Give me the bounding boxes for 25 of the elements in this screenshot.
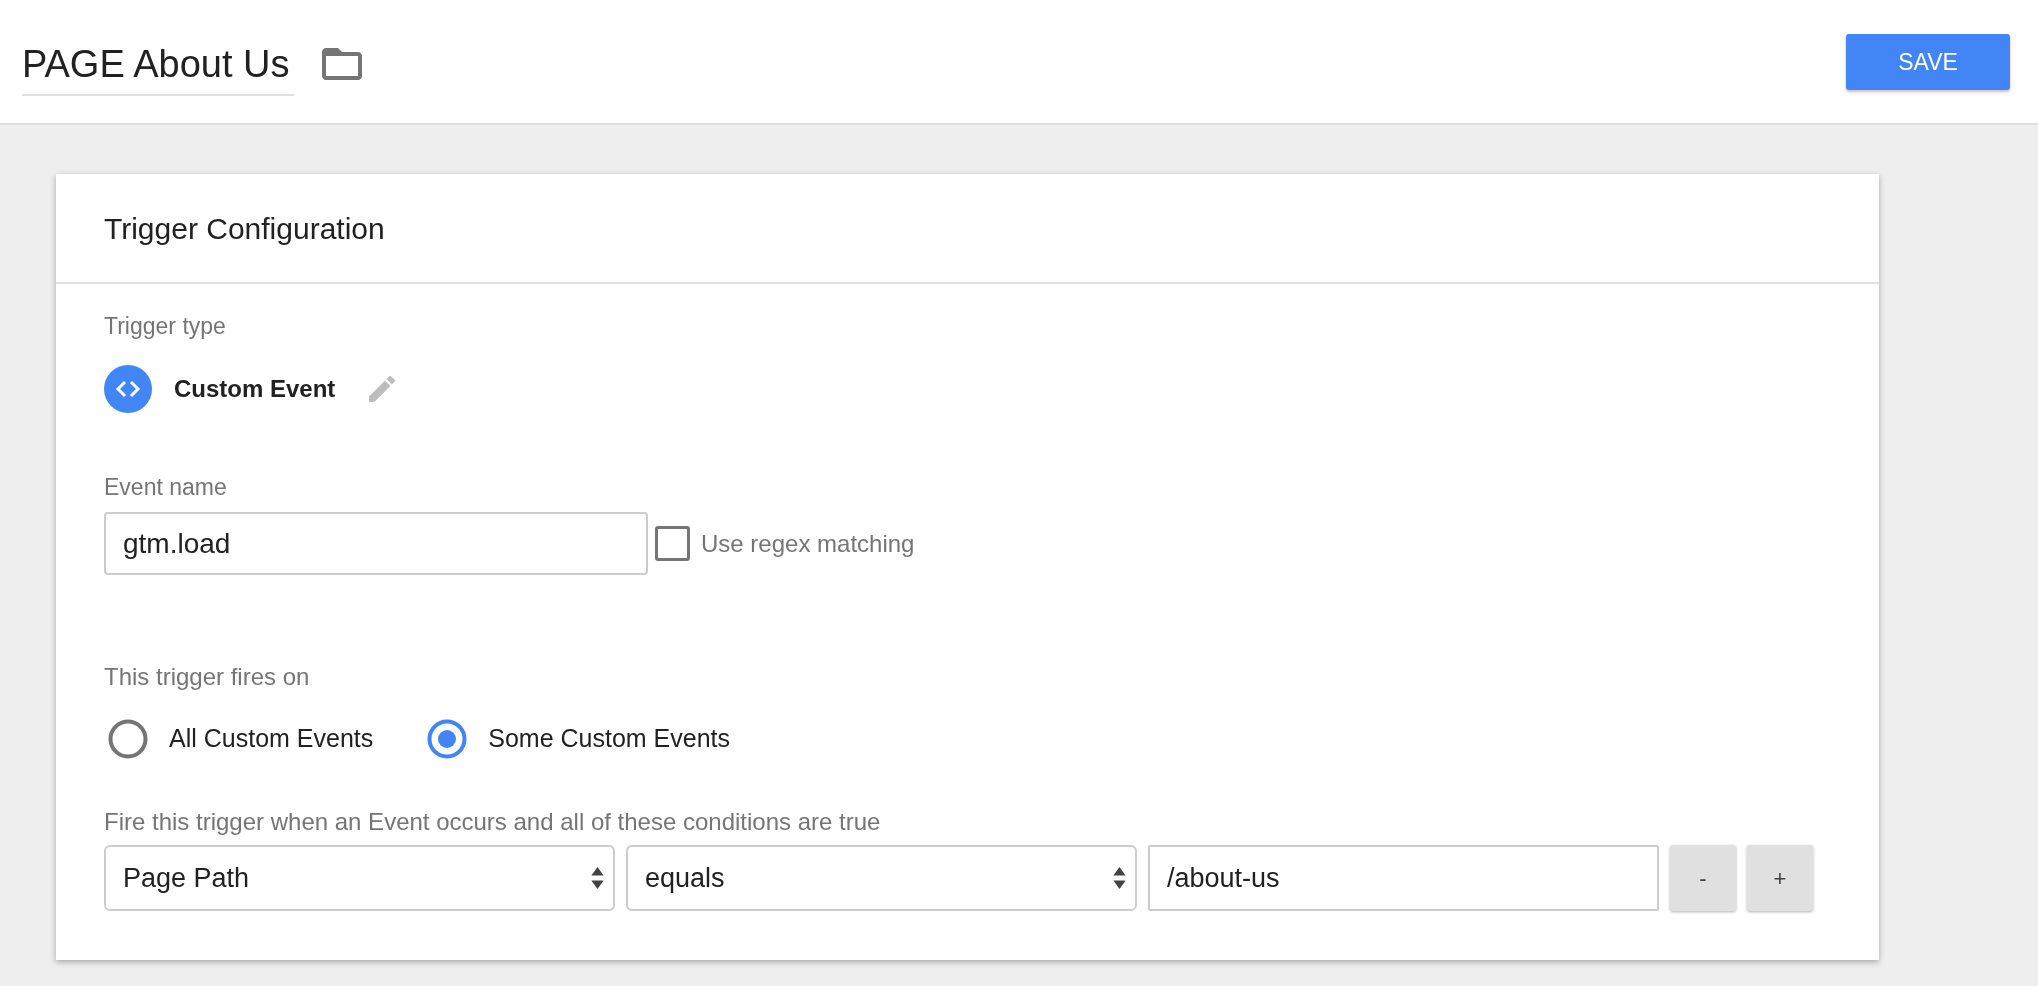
field-label: Fire this trigger when an Event occurs and all of these conditions are true <box>104 809 881 835</box>
card-title: Trigger Configuration <box>104 210 385 247</box>
condition-value-field[interactable]: /about-us <box>1148 845 1659 911</box>
sort-arrows-icon <box>1113 867 1126 889</box>
page-title[interactable]: PAGE About Us <box>22 41 294 96</box>
field-label: Trigger type <box>104 312 226 340</box>
radio-button[interactable] <box>427 719 468 759</box>
field-label: Event name <box>104 473 227 501</box>
checkbox-label[interactable]: Use regex matching <box>701 525 915 562</box>
save-button[interactable]: SAVE <box>1846 34 2010 90</box>
event-name-field[interactable]: gtm.load <box>104 512 648 575</box>
radio-label[interactable]: Some Custom Events <box>488 720 730 758</box>
operator-select[interactable]: equals <box>626 845 1137 911</box>
sort-arrows-icon <box>591 867 604 889</box>
radio-label[interactable]: All Custom Events <box>169 720 374 758</box>
remove-condition-button[interactable]: - <box>1670 845 1736 911</box>
pencil-icon <box>369 376 396 402</box>
field-label: This trigger fires on <box>104 663 310 691</box>
folder-icon <box>321 48 362 80</box>
variable-select[interactable]: Page Path <box>104 845 615 911</box>
trigger-type-name: Custom Event <box>174 374 336 404</box>
radio-button[interactable] <box>108 719 148 759</box>
code-brackets-icon <box>104 365 152 413</box>
checkbox[interactable] <box>655 526 690 561</box>
add-condition-button[interactable]: + <box>1747 845 1813 911</box>
